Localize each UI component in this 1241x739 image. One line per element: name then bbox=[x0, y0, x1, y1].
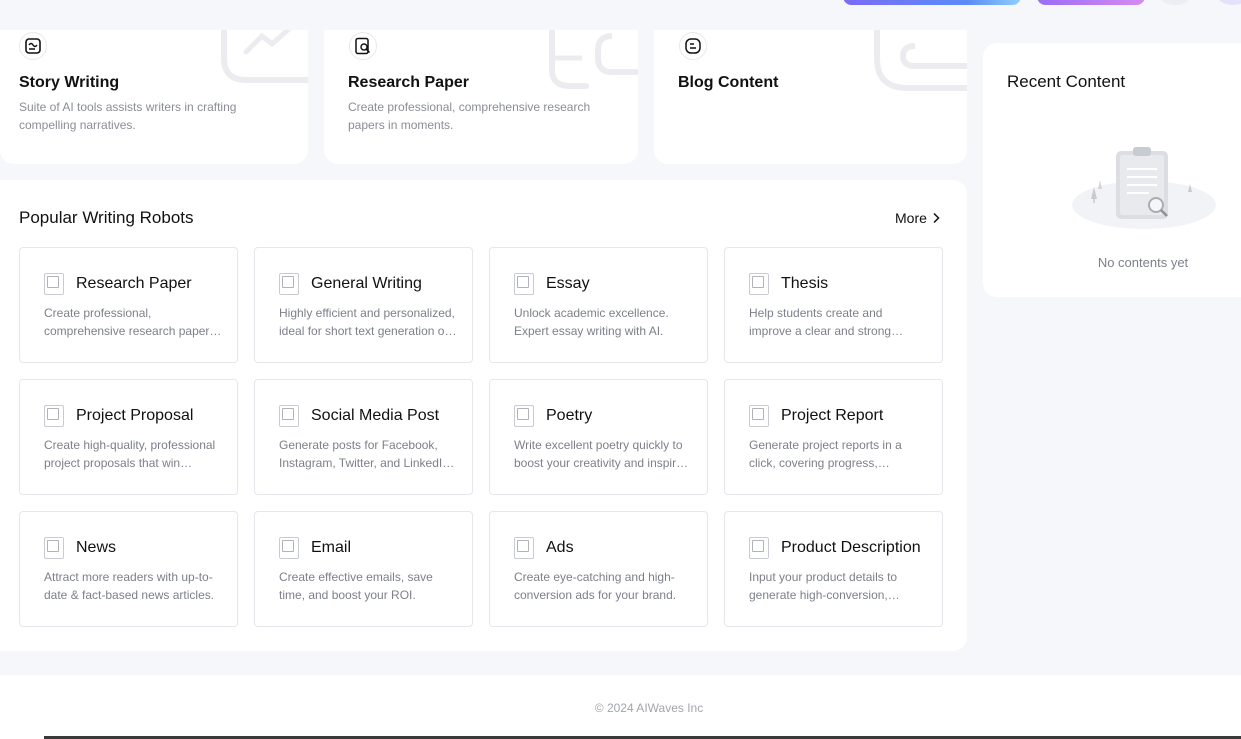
robot-card-desc: Unlock academic excellence. Expert essay… bbox=[514, 306, 669, 338]
chevron-right-icon bbox=[933, 212, 940, 224]
robot-card-title: General Writing bbox=[311, 275, 422, 292]
robot-card-desc: Generate posts for Facebook, Instagram, … bbox=[279, 438, 449, 470]
robot-card-desc: Input your product details to generate h… bbox=[749, 570, 898, 602]
robot-card-desc: Create effective emails, save time, and … bbox=[279, 570, 433, 602]
more-link[interactable]: More bbox=[895, 210, 941, 226]
robot-card-thesis[interactable]: Thesis Help students create and improve … bbox=[724, 247, 943, 363]
robot-card-title: Research Paper bbox=[76, 275, 192, 292]
robot-card-title: Essay bbox=[546, 275, 590, 292]
product-description-icon bbox=[749, 537, 769, 559]
research-icon bbox=[349, 32, 377, 60]
feature-card-title: Story Writing bbox=[19, 74, 120, 91]
project-report-icon bbox=[749, 405, 769, 427]
robot-card-desc: Create eye-catching and high-conversion … bbox=[514, 570, 677, 602]
recent-content-title: Recent Content bbox=[1007, 72, 1126, 91]
news-icon bbox=[44, 537, 64, 559]
empty-state-text: No contents yet bbox=[1097, 255, 1189, 270]
robot-card-title: Ads bbox=[546, 539, 574, 556]
recent-content-panel: Recent Content No contents yet bbox=[983, 43, 1241, 297]
footer: © 2024 AIWaves Inc bbox=[0, 675, 1241, 739]
robot-card-research-paper[interactable]: Research Paper Create professional, comp… bbox=[19, 247, 238, 363]
robot-card-title: Social Media Post bbox=[311, 407, 440, 424]
robot-card-essay[interactable]: Essay Unlock academic excellence. Expert… bbox=[489, 247, 708, 363]
robot-card-desc: Help students create and improve a clear… bbox=[749, 306, 892, 338]
robot-card-desc: Write excellent poetry quickly to boost … bbox=[514, 438, 683, 470]
copyright-text: © 2024 AIWaves Inc bbox=[594, 701, 704, 715]
email-icon bbox=[279, 537, 299, 559]
robot-card-title: News bbox=[76, 539, 117, 556]
social-media-post-icon bbox=[279, 405, 299, 427]
blog-decoration-icon bbox=[874, 30, 967, 91]
feature-card-blog-content[interactable]: Blog Content bbox=[654, 30, 967, 164]
thesis-icon bbox=[749, 273, 769, 295]
robot-card-title: Email bbox=[311, 539, 352, 556]
robot-card-title: Project Report bbox=[781, 407, 884, 424]
ads-icon bbox=[514, 537, 534, 559]
header-icon-button[interactable] bbox=[1160, 0, 1190, 5]
feature-card-title: Blog Content bbox=[678, 74, 779, 91]
popular-robots-panel: Popular Writing Robots More Research Pap… bbox=[0, 180, 967, 651]
robot-card-ads[interactable]: Ads Create eye-catching and high-convers… bbox=[489, 511, 708, 627]
story-icon bbox=[19, 32, 47, 60]
robot-card-general-writing[interactable]: General Writing Highly efficient and per… bbox=[254, 247, 473, 363]
robot-card-email[interactable]: Email Create effective emails, save time… bbox=[254, 511, 473, 627]
research-decoration-icon bbox=[549, 30, 638, 89]
feature-card-desc: Create professional, comprehensive resea… bbox=[348, 100, 591, 132]
user-avatar[interactable] bbox=[1218, 0, 1241, 5]
project-proposal-icon bbox=[44, 405, 64, 427]
poetry-icon bbox=[514, 405, 534, 427]
essay-icon bbox=[514, 273, 534, 295]
robot-card-title: Poetry bbox=[546, 407, 593, 424]
robot-card-desc: Attract more readers with up-to-date & f… bbox=[44, 570, 215, 602]
section-title: Popular Writing Robots bbox=[19, 208, 194, 227]
robot-card-desc: Create professional, comprehensive resea… bbox=[44, 306, 216, 338]
robot-card-project-report[interactable]: Project Report Generate project reports … bbox=[724, 379, 943, 495]
robot-card-desc: Create high-quality, professional projec… bbox=[44, 438, 216, 470]
research-paper-icon bbox=[44, 273, 64, 295]
robot-card-title: Thesis bbox=[781, 275, 829, 292]
top-bar bbox=[0, 0, 1241, 30]
robot-card-title: Project Proposal bbox=[76, 407, 194, 424]
robot-card-desc: Generate project reports in a click, cov… bbox=[749, 438, 902, 470]
feature-card-desc: Suite of AI tools assists writers in cra… bbox=[19, 100, 237, 132]
robot-card-social-media-post[interactable]: Social Media Post Generate posts for Fac… bbox=[254, 379, 473, 495]
general-writing-icon bbox=[279, 273, 299, 295]
feature-card-title: Research Paper bbox=[348, 74, 469, 91]
robot-card-poetry[interactable]: Poetry Write excellent poetry quickly to… bbox=[489, 379, 708, 495]
robot-card-news[interactable]: News Attract more readers with up-to-dat… bbox=[19, 511, 238, 627]
primary-gradient-button[interactable] bbox=[843, 0, 1021, 5]
feature-card-research-paper[interactable]: Research Paper Create professional, comp… bbox=[324, 30, 638, 164]
robot-card-title: Product Description bbox=[781, 539, 921, 556]
more-label: More bbox=[895, 210, 927, 226]
robot-card-desc: Highly efficient and personalized, ideal… bbox=[279, 306, 455, 338]
empty-clipboard-icon bbox=[1072, 147, 1216, 229]
secondary-gradient-button[interactable] bbox=[1037, 0, 1145, 5]
robot-card-product-description[interactable]: Product Description Input your product d… bbox=[724, 511, 943, 627]
blog-icon bbox=[679, 32, 707, 60]
story-decoration-icon bbox=[221, 30, 308, 83]
feature-card-story-writing[interactable]: Story Writing Suite of AI tools assists … bbox=[0, 30, 308, 164]
robot-card-project-proposal[interactable]: Project Proposal Create high-quality, pr… bbox=[19, 379, 238, 495]
